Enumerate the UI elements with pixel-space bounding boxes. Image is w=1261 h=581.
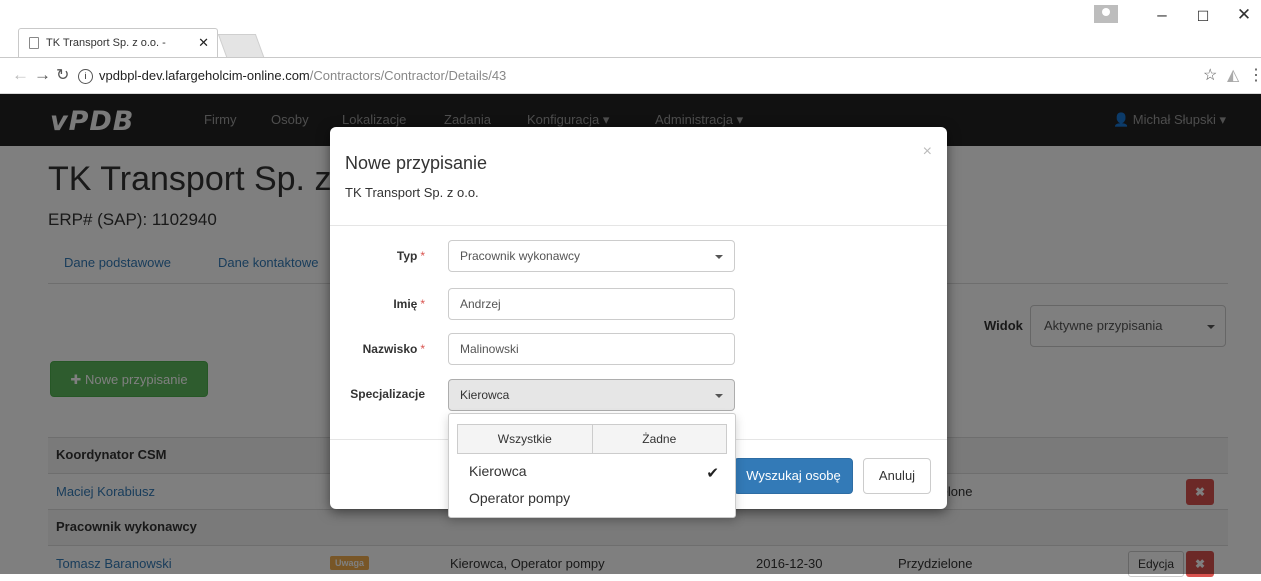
select-buttons-group: Wszystkie Żadne [457, 424, 727, 454]
modal-divider [330, 225, 947, 226]
tab-close-icon[interactable]: ✕ [198, 35, 209, 51]
maximize-icon[interactable]: ☐ [1188, 8, 1218, 25]
new-tab-button[interactable] [217, 34, 265, 57]
chevron-down-icon [715, 255, 723, 259]
extension-icon[interactable]: ◭ [1227, 65, 1239, 85]
chevron-down-icon [715, 394, 723, 398]
url-domain: vpdbpl-dev.lafargeholcim-online.com [99, 68, 310, 83]
address-bar: ← → ↻ i vpdbpl-dev.lafargeholcim-online.c… [0, 57, 1261, 94]
first-name-label: Imię * [393, 297, 425, 311]
profile-icon[interactable] [1094, 5, 1118, 23]
url-field[interactable]: i vpdbpl-dev.lafargeholcim-online.com/Con… [78, 64, 1198, 87]
select-none-button[interactable]: Żadne [592, 424, 727, 454]
first-name-field[interactable]: Andrzej [448, 288, 735, 320]
dropdown-option[interactable]: Operator pompy [469, 490, 570, 506]
search-person-button[interactable]: Wyszukaj osobę [734, 458, 853, 494]
specialization-dropdown: Wszystkie Żadne Kierowca ✔ Operator pomp… [448, 413, 736, 518]
modal-subtitle: TK Transport Sp. z o.o. [345, 185, 479, 200]
specialization-value: Kierowca [460, 388, 510, 402]
forward-arrow-icon[interactable]: → [34, 65, 51, 85]
dropdown-option[interactable]: Kierowca [469, 463, 527, 479]
cancel-button[interactable]: Anuluj [863, 458, 931, 494]
browser-tabstrip: TK Transport Sp. z o.o. - ✕ – ☐ ✕ [0, 0, 1261, 57]
select-all-button[interactable]: Wszystkie [457, 424, 593, 454]
check-icon: ✔ [706, 465, 719, 482]
specialization-label: Specjalizacje [350, 387, 425, 401]
info-icon[interactable]: i [78, 69, 93, 85]
type-label: Typ * [396, 249, 425, 263]
minimize-icon[interactable]: – [1147, 5, 1177, 25]
close-icon[interactable]: × [923, 143, 932, 161]
page-icon [29, 37, 39, 49]
star-icon[interactable]: ☆ [1203, 65, 1217, 85]
browser-tab-title: TK Transport Sp. z o.o. - [46, 37, 166, 49]
specialization-multiselect[interactable]: Kierowca [448, 379, 735, 411]
menu-icon[interactable]: ⋮ [1248, 65, 1261, 85]
url-path: /Contractors/Contractor/Details/43 [309, 68, 507, 83]
last-name-label: Nazwisko * [362, 342, 425, 356]
reload-icon[interactable]: ↻ [56, 65, 69, 85]
modal-title: Nowe przypisanie [345, 153, 488, 173]
back-arrow-icon[interactable]: ← [12, 65, 29, 85]
type-select-value: Pracownik wykonawcy [460, 249, 581, 263]
window-close-icon[interactable]: ✕ [1229, 5, 1259, 25]
browser-tab[interactable]: TK Transport Sp. z o.o. - ✕ [18, 28, 218, 57]
type-select[interactable]: Pracownik wykonawcy [448, 240, 735, 272]
last-name-field[interactable]: Malinowski [448, 333, 735, 365]
